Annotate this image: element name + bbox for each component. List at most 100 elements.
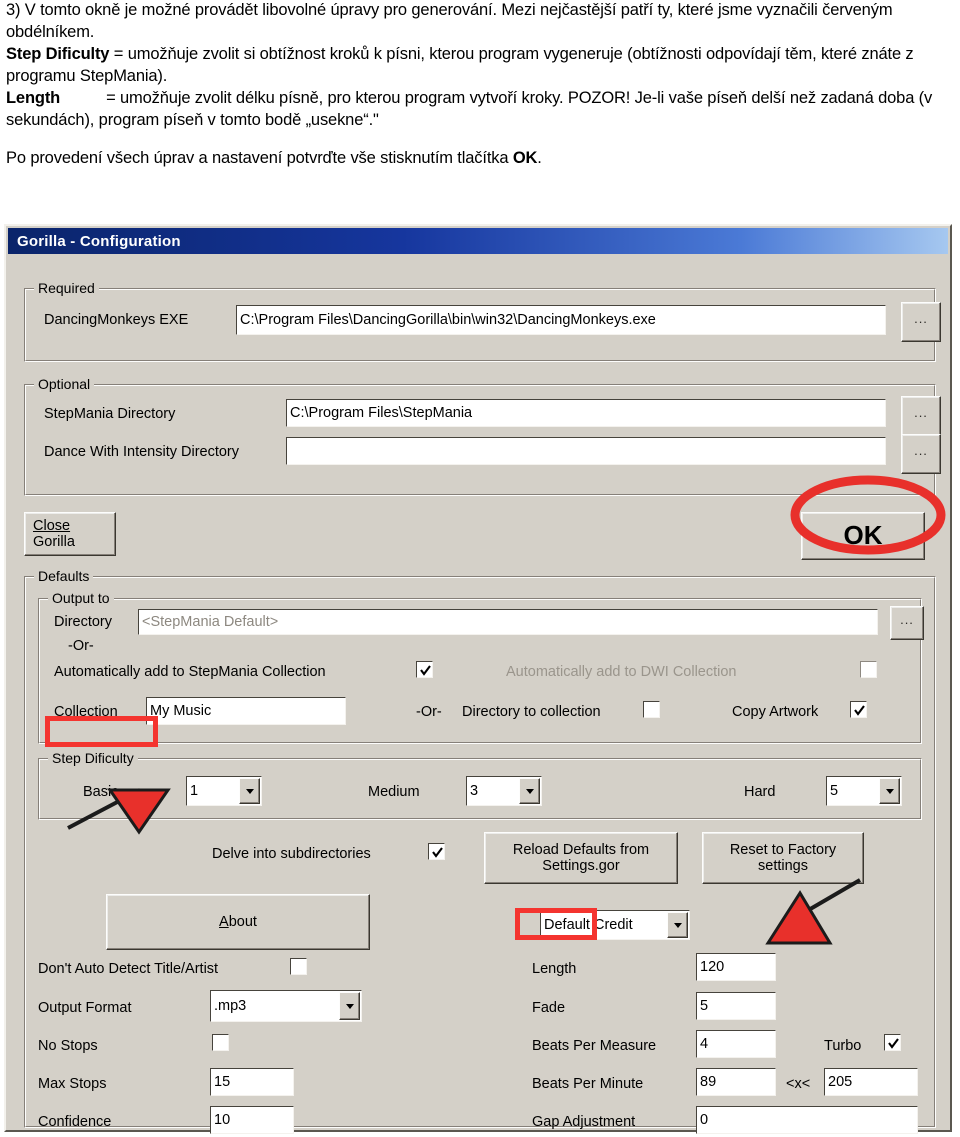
- label-delve-into-subdirectories: Delve into subdirectories: [212, 846, 371, 862]
- group-defaults: Defaults Output to Directory <StepMania …: [24, 568, 936, 1134]
- value-gap-adjustment: 0: [700, 1111, 709, 1128]
- input-bpm-max[interactable]: 205: [824, 1068, 918, 1096]
- value-dancingmonkeys-exe: C:\Program Files\DancingGorilla\bin\win3…: [240, 311, 656, 328]
- check-icon: [854, 705, 865, 716]
- label-dwi-directory: Dance With Intensity Directory: [44, 444, 240, 460]
- close-gorilla-line1: Close: [33, 517, 71, 534]
- group-defaults-caption: Defaults: [34, 568, 94, 584]
- input-stepmania-directory[interactable]: C:\Program Files\StepMania: [286, 399, 886, 427]
- reset-factory-line1: Reset to Factory: [729, 841, 837, 858]
- browse-output-directory-button[interactable]: ...: [890, 606, 924, 640]
- chevron-down-icon[interactable]: [519, 778, 540, 804]
- input-max-stops[interactable]: 15: [210, 1068, 294, 1096]
- input-confidence[interactable]: 10: [210, 1106, 294, 1134]
- label-output-format: Output Format: [38, 1000, 132, 1016]
- label-auto-add-dwi: Automatically add to DWI Collection: [506, 664, 737, 680]
- value-hard: 5: [830, 783, 839, 799]
- about-button[interactable]: About: [106, 894, 370, 950]
- checkbox-auto-add-stepmania[interactable]: [416, 661, 433, 678]
- label-hard: Hard: [744, 784, 776, 800]
- group-optional-caption: Optional: [34, 376, 95, 392]
- chevron-down-icon[interactable]: [339, 992, 360, 1020]
- value-stepmania-directory: C:\Program Files\StepMania: [290, 404, 473, 421]
- value-output-format: .mp3: [214, 998, 247, 1014]
- close-gorilla-button[interactable]: Close Gorilla: [24, 512, 116, 556]
- checkbox-turbo[interactable]: [884, 1034, 901, 1051]
- ok-button[interactable]: OK: [801, 512, 925, 560]
- dropdown-hard[interactable]: 5: [826, 776, 902, 806]
- reset-factory-line2: settings: [758, 858, 808, 874]
- label-no-autodetect: Don't Auto Detect Title/Artist: [38, 961, 219, 977]
- input-length[interactable]: 120: [696, 953, 776, 981]
- label-medium: Medium: [368, 784, 420, 800]
- paragraph-step-dificulty: Step Dificulty = umožňuje zvolit si obtí…: [6, 44, 956, 88]
- input-dwi-directory[interactable]: [286, 437, 886, 465]
- label-or-1: -Or-: [68, 638, 94, 654]
- value-beats-per-measure: 4: [700, 1035, 709, 1052]
- checkbox-auto-add-dwi[interactable]: [860, 661, 877, 678]
- desc-step-dificulty: = umožňuje zvolit si obtížnost kroků k p…: [6, 44, 914, 85]
- gorilla-configuration-window[interactable]: Gorilla - Configuration Required Dancing…: [4, 224, 952, 1134]
- dropdown-medium[interactable]: 3: [466, 776, 542, 806]
- group-required: Required DancingMonkeys EXE C:\Program F…: [24, 280, 941, 362]
- confirm-ok: OK: [512, 148, 538, 167]
- checkbox-no-stops[interactable]: [212, 1034, 229, 1051]
- checkbox-no-autodetect[interactable]: [290, 958, 307, 975]
- value-max-stops: 15: [214, 1073, 231, 1090]
- browse-stepmania-directory-button[interactable]: ...: [901, 396, 941, 436]
- group-output-to: Output to Directory <StepMania Default> …: [38, 590, 924, 744]
- label-length: Length: [532, 961, 577, 977]
- chevron-down-icon[interactable]: [239, 778, 260, 804]
- checkbox-delve-into-subdirectories[interactable]: [428, 843, 445, 860]
- reload-defaults-line2: Settings.gor: [542, 858, 620, 874]
- input-output-directory[interactable]: <StepMania Default>: [138, 609, 878, 635]
- label-dancingmonkeys-exe: DancingMonkeys EXE: [44, 312, 189, 328]
- label-or-2: -Or-: [416, 704, 442, 720]
- value-medium: 3: [470, 783, 479, 799]
- browse-dwi-directory-button[interactable]: ...: [901, 434, 941, 474]
- label-auto-add-stepmania: Automatically add to StepMania Collectio…: [54, 664, 326, 680]
- close-gorilla-line2: Gorilla: [33, 534, 75, 550]
- group-optional: Optional StepMania Directory C:\Program …: [24, 376, 941, 496]
- reload-defaults-button[interactable]: Reload Defaults from Settings.gor: [484, 832, 678, 884]
- input-beats-per-measure[interactable]: 4: [696, 1030, 776, 1058]
- checkbox-directory-to-collection[interactable]: [643, 701, 660, 718]
- label-directory-to-collection: Directory to collection: [462, 704, 601, 720]
- label-beats-per-minute: Beats Per Minute: [532, 1076, 644, 1092]
- dropdown-basic[interactable]: 1: [186, 776, 262, 806]
- window-title-bar[interactable]: Gorilla - Configuration: [8, 228, 948, 254]
- value-confidence: 10: [214, 1111, 231, 1128]
- checkbox-copy-artwork[interactable]: [850, 701, 867, 718]
- input-fade[interactable]: 5: [696, 992, 776, 1020]
- chevron-down-icon[interactable]: [667, 912, 688, 938]
- value-collection: My Music: [150, 702, 212, 719]
- term-step-dificulty: Step Dificulty: [6, 44, 110, 63]
- browse-dots-label: ...: [914, 311, 928, 327]
- label-stepmania-directory: StepMania Directory: [44, 406, 176, 422]
- group-step-dificulty-caption: Step Dificulty: [48, 750, 138, 766]
- input-gap-adjustment[interactable]: 0: [696, 1106, 918, 1134]
- value-output-directory: <StepMania Default>: [142, 613, 279, 630]
- confirm-post: .: [537, 148, 542, 167]
- input-dancingmonkeys-exe[interactable]: C:\Program Files\DancingGorilla\bin\win3…: [236, 305, 886, 335]
- paragraph-confirm: Po provedení všech úprav a nastavení pot…: [6, 148, 956, 170]
- chevron-down-icon[interactable]: [879, 778, 900, 804]
- browse-dots-label: ...: [914, 405, 928, 421]
- dropdown-default-credit[interactable]: Default Credit: [540, 910, 690, 940]
- label-beats-per-measure: Beats Per Measure: [532, 1038, 657, 1054]
- label-output-directory: Directory: [54, 614, 113, 630]
- desc-length: = umožňuje zvolit délku písně, pro ktero…: [6, 88, 933, 129]
- group-required-caption: Required: [34, 280, 99, 296]
- dropdown-output-format[interactable]: .mp3: [210, 990, 362, 1022]
- confirm-pre: Po provedení všech úprav a nastavení pot…: [6, 148, 513, 167]
- label-gap-adjustment: Gap Adjustment: [532, 1114, 636, 1130]
- input-bpm-min[interactable]: 89: [696, 1068, 776, 1096]
- value-length: 120: [700, 958, 725, 975]
- group-output-to-caption: Output to: [48, 590, 114, 606]
- reset-to-factory-button[interactable]: Reset to Factory settings: [702, 832, 864, 884]
- label-fade: Fade: [532, 1000, 566, 1016]
- label-no-stops: No Stops: [38, 1038, 98, 1054]
- input-collection[interactable]: My Music: [146, 697, 346, 725]
- value-bpm-max: 205: [828, 1073, 853, 1090]
- browse-dancingmonkeys-exe-button[interactable]: ...: [901, 302, 941, 342]
